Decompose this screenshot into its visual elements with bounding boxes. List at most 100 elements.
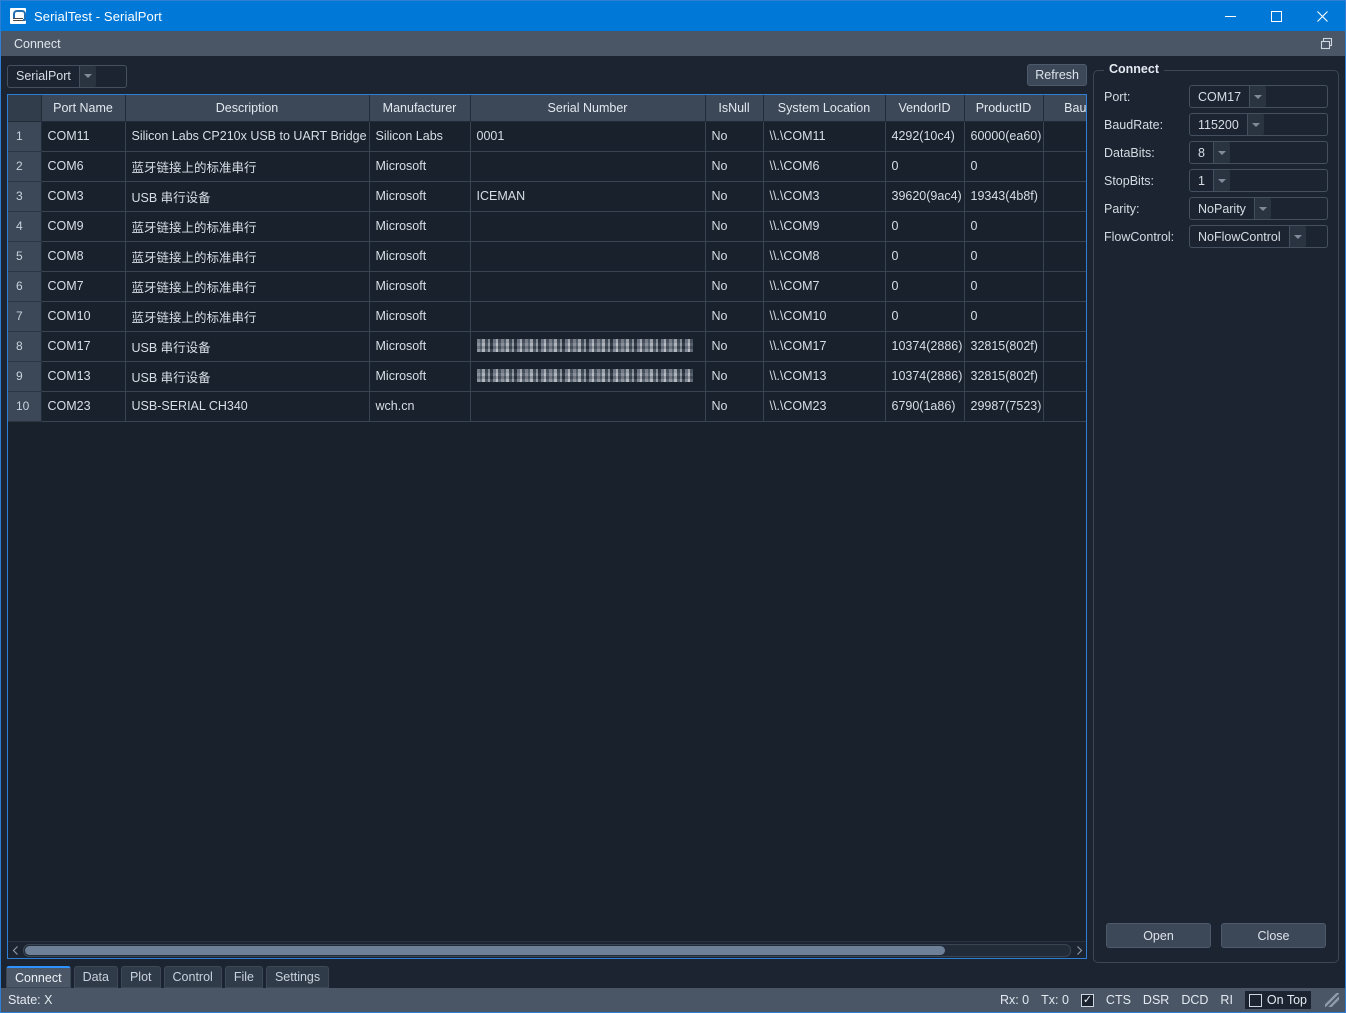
table-row[interactable]: 9COM13USB 串行设备MicrosoftNo\\.\COM1310374(… bbox=[8, 361, 1086, 391]
table-row[interactable]: 1COM11Silicon Labs CP210x USB to UART Br… bbox=[8, 121, 1086, 151]
cell-port-name[interactable]: COM10 bbox=[41, 301, 125, 331]
row-number-header[interactable]: 2 bbox=[8, 151, 41, 181]
table-row[interactable]: 7COM10蓝牙链接上的标准串行MicrosoftNo\\.\COM1000 bbox=[8, 301, 1086, 331]
combo-baudrate[interactable]: 115200 bbox=[1189, 113, 1328, 136]
cell-manufacturer[interactable]: Microsoft bbox=[369, 271, 470, 301]
on-top-toggle[interactable]: On Top bbox=[1245, 991, 1311, 1009]
cell-system-location[interactable]: \\.\COM11 bbox=[763, 121, 885, 151]
cell-vendor-id[interactable]: 6790(1a86) bbox=[885, 391, 964, 421]
cell-vendor-id[interactable]: 0 bbox=[885, 301, 964, 331]
cell-description[interactable]: 蓝牙链接上的标准串行 bbox=[125, 151, 369, 181]
resize-grip-icon[interactable] bbox=[1325, 993, 1339, 1007]
col-header-port-name[interactable]: Port Name bbox=[41, 95, 125, 121]
table-corner-header[interactable] bbox=[8, 95, 41, 121]
cell-product-id[interactable]: 0 bbox=[964, 211, 1043, 241]
cell-port-name[interactable]: COM8 bbox=[41, 241, 125, 271]
cell-description[interactable]: USB 串行设备 bbox=[125, 361, 369, 391]
cell-baud[interactable] bbox=[1043, 331, 1086, 361]
cell-baud[interactable] bbox=[1043, 271, 1086, 301]
cell-serial-number[interactable] bbox=[470, 211, 705, 241]
cell-baud[interactable] bbox=[1043, 211, 1086, 241]
scrollbar-track[interactable] bbox=[23, 944, 1071, 957]
table-row[interactable]: 2COM6蓝牙链接上的标准串行MicrosoftNo\\.\COM600 bbox=[8, 151, 1086, 181]
table-row[interactable]: 4COM9蓝牙链接上的标准串行MicrosoftNo\\.\COM900 bbox=[8, 211, 1086, 241]
scrollbar-thumb[interactable] bbox=[25, 946, 945, 955]
cell-system-location[interactable]: \\.\COM17 bbox=[763, 331, 885, 361]
cell-description[interactable]: 蓝牙链接上的标准串行 bbox=[125, 271, 369, 301]
row-number-header[interactable]: 10 bbox=[8, 391, 41, 421]
row-number-header[interactable]: 7 bbox=[8, 301, 41, 331]
tab-plot[interactable]: Plot bbox=[121, 966, 161, 988]
menu-item-connect[interactable]: Connect bbox=[7, 35, 68, 53]
cell-vendor-id[interactable]: 10374(2886) bbox=[885, 361, 964, 391]
cell-product-id[interactable]: 60000(ea60) bbox=[964, 121, 1043, 151]
col-header-product-id[interactable]: ProductID bbox=[964, 95, 1043, 121]
combo-port[interactable]: COM17 bbox=[1189, 85, 1328, 108]
cell-description[interactable]: 蓝牙链接上的标准串行 bbox=[125, 241, 369, 271]
cell-system-location[interactable]: \\.\COM7 bbox=[763, 271, 885, 301]
cell-baud[interactable] bbox=[1043, 301, 1086, 331]
col-header-vendor-id[interactable]: VendorID bbox=[885, 95, 964, 121]
cell-port-name[interactable]: COM3 bbox=[41, 181, 125, 211]
minimize-button[interactable] bbox=[1207, 1, 1253, 31]
close-button[interactable] bbox=[1299, 1, 1345, 31]
cell-description[interactable]: Silicon Labs CP210x USB to UART Bridge bbox=[125, 121, 369, 151]
cell-serial-number[interactable] bbox=[470, 361, 705, 391]
cell-isnull[interactable]: No bbox=[705, 361, 763, 391]
cell-product-id[interactable]: 0 bbox=[964, 301, 1043, 331]
table-row[interactable]: 8COM17USB 串行设备MicrosoftNo\\.\COM1710374(… bbox=[8, 331, 1086, 361]
cell-serial-number[interactable]: 0001 bbox=[470, 121, 705, 151]
cell-isnull[interactable]: No bbox=[705, 211, 763, 241]
col-header-baud[interactable]: BaudI bbox=[1043, 95, 1086, 121]
maximize-button[interactable] bbox=[1253, 1, 1299, 31]
cell-isnull[interactable]: No bbox=[705, 181, 763, 211]
cell-vendor-id[interactable]: 0 bbox=[885, 241, 964, 271]
row-number-header[interactable]: 9 bbox=[8, 361, 41, 391]
cell-serial-number[interactable]: ICEMAN bbox=[470, 181, 705, 211]
cell-isnull[interactable]: No bbox=[705, 271, 763, 301]
scroll-right-icon[interactable] bbox=[1072, 943, 1086, 958]
cell-manufacturer[interactable]: Microsoft bbox=[369, 181, 470, 211]
cell-serial-number[interactable] bbox=[470, 151, 705, 181]
table-horizontal-scrollbar[interactable] bbox=[8, 941, 1086, 958]
cell-manufacturer[interactable]: Microsoft bbox=[369, 361, 470, 391]
col-header-manufacturer[interactable]: Manufacturer bbox=[369, 95, 470, 121]
connection-type-combo[interactable]: SerialPort bbox=[7, 65, 127, 88]
cell-product-id[interactable]: 0 bbox=[964, 271, 1043, 301]
cell-product-id[interactable]: 32815(802f) bbox=[964, 331, 1043, 361]
close-port-button[interactable]: Close bbox=[1221, 923, 1326, 948]
table-row[interactable]: 10COM23USB-SERIAL CH340wch.cnNo\\.\COM23… bbox=[8, 391, 1086, 421]
row-number-header[interactable]: 4 bbox=[8, 211, 41, 241]
cell-vendor-id[interactable]: 39620(9ac4) bbox=[885, 181, 964, 211]
cell-description[interactable]: 蓝牙链接上的标准串行 bbox=[125, 301, 369, 331]
tab-data[interactable]: Data bbox=[74, 966, 118, 988]
cell-serial-number[interactable] bbox=[470, 241, 705, 271]
row-number-header[interactable]: 5 bbox=[8, 241, 41, 271]
refresh-button[interactable]: Refresh bbox=[1027, 64, 1087, 86]
cell-isnull[interactable]: No bbox=[705, 301, 763, 331]
col-header-serial-number[interactable]: Serial Number bbox=[470, 95, 705, 121]
cell-manufacturer[interactable]: Microsoft bbox=[369, 301, 470, 331]
cell-system-location[interactable]: \\.\COM3 bbox=[763, 181, 885, 211]
table-row[interactable]: 3COM3USB 串行设备MicrosoftICEMANNo\\.\COM339… bbox=[8, 181, 1086, 211]
flow-control-checkbox[interactable]: ✓ bbox=[1081, 994, 1094, 1007]
row-number-header[interactable]: 3 bbox=[8, 181, 41, 211]
scroll-left-icon[interactable] bbox=[8, 943, 22, 958]
menu-float-button[interactable] bbox=[1320, 37, 1333, 50]
ports-table-scroll[interactable]: Port Name Description Manufacturer Seria… bbox=[8, 95, 1086, 941]
col-header-isnull[interactable]: IsNull bbox=[705, 95, 763, 121]
cell-serial-number[interactable] bbox=[470, 271, 705, 301]
cell-vendor-id[interactable]: 0 bbox=[885, 151, 964, 181]
cell-system-location[interactable]: \\.\COM23 bbox=[763, 391, 885, 421]
cell-system-location[interactable]: \\.\COM10 bbox=[763, 301, 885, 331]
cell-product-id[interactable]: 19343(4b8f) bbox=[964, 181, 1043, 211]
cell-port-name[interactable]: COM23 bbox=[41, 391, 125, 421]
cell-manufacturer[interactable]: Microsoft bbox=[369, 241, 470, 271]
tab-settings[interactable]: Settings bbox=[266, 966, 329, 988]
cell-baud[interactable] bbox=[1043, 181, 1086, 211]
cell-product-id[interactable]: 29987(7523) bbox=[964, 391, 1043, 421]
cell-baud[interactable] bbox=[1043, 241, 1086, 271]
cell-baud[interactable] bbox=[1043, 391, 1086, 421]
tab-connect[interactable]: Connect bbox=[6, 966, 71, 988]
cell-vendor-id[interactable]: 0 bbox=[885, 271, 964, 301]
